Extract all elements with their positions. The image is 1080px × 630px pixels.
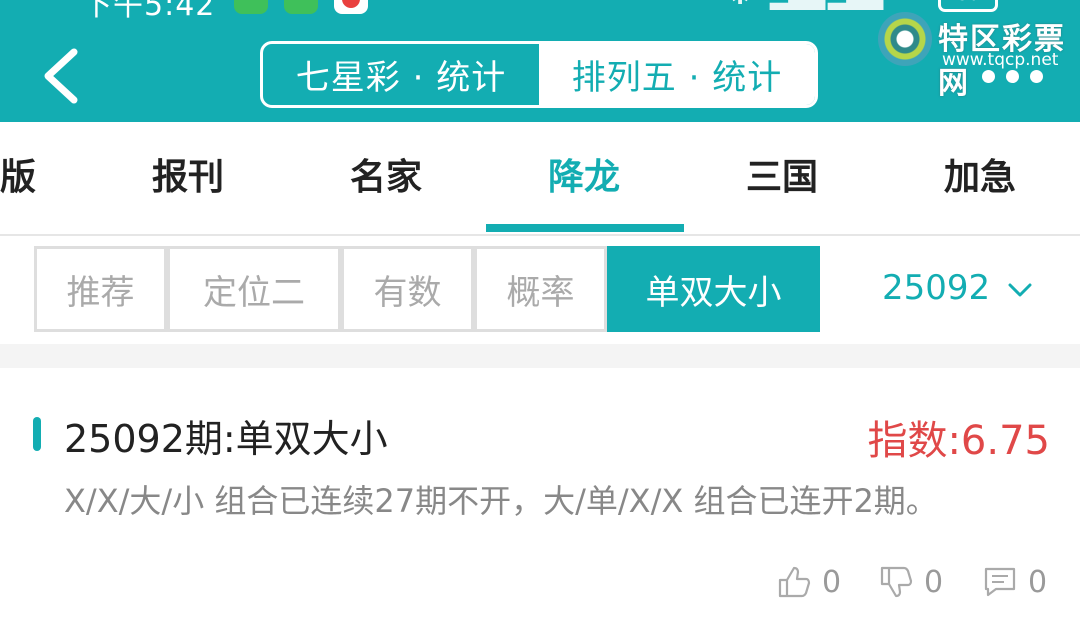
issue-number: 25092 — [882, 268, 991, 308]
lottery-segment-control: 七星彩 · 统计 排列五 · 统计 — [260, 41, 818, 108]
bluetooth-icon: ✱ — [730, 0, 750, 10]
chevron-down-icon — [1008, 283, 1032, 297]
signal-icon: ▂▄▆ — [770, 0, 825, 10]
watermark-logo: 特区彩票网 www.tqcp.net — [878, 8, 1078, 101]
tab-jiaji[interactable]: 加急 — [944, 122, 1016, 234]
like-count: 0 — [822, 564, 842, 600]
thumbs-up-icon — [778, 566, 811, 598]
card-description: X/X/大/小 组合已连续27期不开，大/单/X/X 组合已连开2期。 — [64, 482, 938, 520]
section-divider — [0, 344, 1080, 368]
tab-xianglong[interactable]: 降龙 — [548, 122, 620, 234]
card-index-value: 指数:6.75 — [867, 418, 1050, 464]
dislike-count: 0 — [924, 564, 944, 600]
issue-selector[interactable]: 25092 — [882, 268, 1032, 308]
wechat-notification-icon — [234, 0, 268, 14]
back-button[interactable] — [36, 46, 92, 106]
more-dot — [1030, 70, 1043, 83]
more-button[interactable] — [978, 62, 1058, 90]
top-app-bar: 下午5:42 ✱ ▂▄▆ ▂▄▆ ◠ 86 七星彩 · 统计 排列五 · 统计 … — [0, 0, 1080, 122]
comment-icon — [984, 567, 1016, 597]
more-dot — [1006, 70, 1019, 83]
logo-swirl-icon — [878, 12, 932, 66]
status-time: 下午5:42 — [82, 0, 216, 23]
thumbs-down-icon — [880, 566, 913, 598]
chevron-left-icon — [44, 48, 78, 104]
dislike-button[interactable]: 0 — [878, 560, 943, 604]
signal-icon-2: ▂▄▆ — [828, 0, 883, 10]
card-accent-bar — [33, 417, 41, 451]
segment-qixingcai-stats[interactable]: 七星彩 · 统计 — [263, 44, 539, 105]
active-tab-indicator — [486, 224, 684, 232]
comment-count: 0 — [1028, 564, 1048, 600]
wechat-notification-icon-2 — [284, 0, 318, 14]
tab-mingjia[interactable]: 名家 — [350, 122, 422, 234]
comment-button[interactable]: 0 — [982, 560, 1047, 604]
tab-ban[interactable]: 版 — [0, 122, 36, 234]
filter-tuijian[interactable]: 推荐 — [34, 246, 167, 332]
card-title: 25092期:单双大小 — [64, 417, 388, 461]
tab-sanguo[interactable]: 三国 — [746, 122, 818, 234]
tab-baokan[interactable]: 报刊 — [152, 122, 224, 234]
filter-dingwei-er[interactable]: 定位二 — [167, 246, 341, 332]
category-tabs: 版 报刊 名家 降龙 三国 加急 — [0, 122, 1080, 236]
segment-pailiewu-stats[interactable]: 排列五 · 统计 — [539, 44, 815, 105]
more-dots-icon — [982, 70, 995, 83]
filter-youshu[interactable]: 有数 — [341, 246, 474, 332]
like-button[interactable]: 0 — [776, 560, 841, 604]
filter-gailv[interactable]: 概率 — [474, 246, 607, 332]
app-notification-icon — [334, 0, 368, 14]
filter-danshuang-daxiao[interactable]: 单双大小 — [607, 246, 820, 332]
